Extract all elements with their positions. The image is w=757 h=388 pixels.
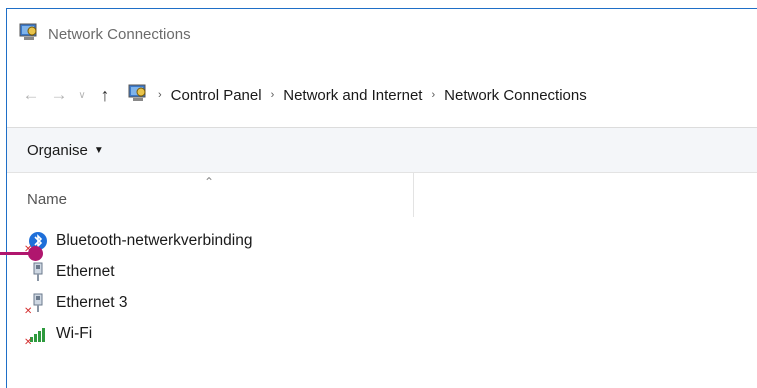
item-label: Ethernet <box>56 262 115 280</box>
item-label: Bluetooth-netwerkverbinding <box>56 231 253 249</box>
column-header-name[interactable]: ⌃ Name <box>7 173 414 217</box>
annotation-callout-dot <box>28 246 43 261</box>
list-item[interactable]: ✕ Ethernet 3 <box>24 287 252 318</box>
breadcrumb-control-panel[interactable]: Control Panel <box>171 87 262 104</box>
chevron-down-icon[interactable]: ∨ <box>75 83 89 107</box>
item-label: Wi-Fi <box>56 324 93 342</box>
explorer-window: Network Connections ← → ∨ ↑ › Control Pa… <box>6 8 757 388</box>
organise-label: Organise <box>27 141 88 159</box>
arrow-right-icon[interactable]: → <box>47 83 71 107</box>
organise-button[interactable]: Organise ▼ <box>27 142 104 159</box>
list-item[interactable]: Ethernet <box>27 256 252 287</box>
wifi-signal-icon: ✕ <box>24 323 49 348</box>
column-name-label: Name <box>27 191 68 208</box>
disconnected-icon: ✕ <box>24 305 33 317</box>
item-label: Ethernet 3 <box>56 293 128 311</box>
breadcrumb-network-connections[interactable]: Network Connections <box>444 87 587 104</box>
ethernet-icon: ✕ <box>24 292 49 317</box>
breadcrumb-separator-icon[interactable]: › <box>271 89 275 101</box>
address-bar: ← → ∨ ↑ › Control Panel › Network and In… <box>7 67 757 123</box>
annotation-callout-line <box>0 252 30 255</box>
network-connections-icon <box>18 21 40 48</box>
list-item[interactable]: ✕ Wi-Fi <box>24 318 252 349</box>
breadcrumb-separator-icon[interactable]: › <box>158 89 162 101</box>
title-bar: Network Connections <box>7 9 757 59</box>
command-bar: Organise ▼ <box>7 128 757 173</box>
connections-list: ✕ Bluetooth-netwerkverbinding Ethernet <box>24 225 253 349</box>
ethernet-icon <box>27 261 49 283</box>
disconnected-icon: ✕ <box>24 336 33 348</box>
breadcrumb-network-and-internet[interactable]: Network and Internet <box>283 87 422 104</box>
caret-down-icon: ▼ <box>93 144 104 156</box>
arrow-left-icon[interactable]: ← <box>19 83 43 107</box>
window-title: Network Connections <box>48 25 191 43</box>
arrow-up-icon[interactable]: ↑ <box>93 83 117 107</box>
breadcrumb-separator-icon[interactable]: › <box>431 89 435 101</box>
control-panel-network-icon <box>127 82 149 109</box>
list-item[interactable]: ✕ Bluetooth-netwerkverbinding <box>24 225 253 256</box>
sort-ascending-icon: ⌃ <box>204 175 215 189</box>
